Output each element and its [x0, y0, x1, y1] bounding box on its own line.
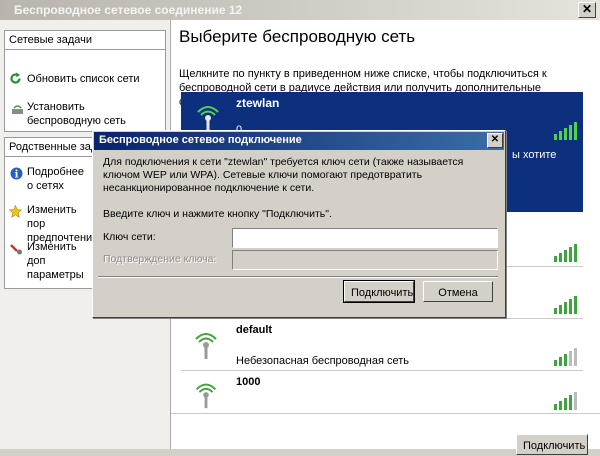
network-tasks-header: Сетевые задачи: [9, 34, 92, 46]
signal-strength-icon: [554, 346, 577, 366]
change-advanced-settings-link[interactable]: Изменить доп параметры: [27, 240, 93, 282]
close-icon: ✕: [581, 2, 593, 16]
star-icon: [9, 205, 22, 218]
wireless-network-icon: [195, 383, 217, 409]
learn-about-networks-link[interactable]: Подробнее о сетях: [27, 165, 89, 193]
confirm-key-label: Подтверждение ключа:: [103, 253, 217, 265]
refresh-icon: [10, 72, 21, 84]
dialog-message: Для подключения к сети "ztewlan" требует…: [103, 156, 464, 194]
dialog-titlebar: Беспроводное сетевое подключение ✕: [94, 132, 504, 150]
page-title: Выберите беспроводную сеть: [179, 27, 416, 46]
confirm-key-input: [232, 250, 498, 270]
change-preferred-order-link[interactable]: Изменить пор предпочтени: [27, 203, 93, 245]
svg-text:i: i: [15, 170, 19, 181]
close-icon: ✕: [490, 134, 500, 145]
network-key-input[interactable]: [232, 228, 498, 248]
divider: [171, 413, 600, 414]
signal-strength-icon: [554, 242, 577, 262]
network-name: default: [236, 324, 273, 336]
network-item-default[interactable]: default Небезопасная беспроводная сеть: [181, 320, 583, 371]
settings-icon: [10, 244, 22, 255]
network-tasks-panel: Сетевые задачи Обновить список сети Уста…: [4, 30, 166, 132]
setup-wireless-network-link[interactable]: Установить беспроводную сеть: [27, 100, 161, 128]
cancel-button[interactable]: Отмена: [423, 281, 493, 302]
related-tasks-header: Родственные зад: [9, 141, 98, 153]
connect-button[interactable]: Подключить: [516, 434, 588, 455]
network-name: 1000: [236, 376, 261, 388]
network-detail-fragment: ы хотите: [512, 149, 557, 161]
wireless-setup-icon: [12, 105, 23, 114]
connect-button[interactable]: Подключить: [343, 280, 415, 303]
network-key-dialog: Беспроводное сетевое подключение ✕ Для п…: [92, 130, 506, 318]
dialog-title: Беспроводное сетевое подключение: [99, 134, 302, 146]
network-status: Небезопасная беспроводная сеть: [236, 355, 410, 367]
dialog-prompt: Введите ключ и нажмите кнопку "Подключит…: [103, 208, 332, 220]
network-name: ztewlan: [236, 96, 280, 110]
dialog-close-button[interactable]: ✕: [487, 133, 503, 148]
info-icon: i: [10, 167, 23, 180]
refresh-network-list-link[interactable]: Обновить список сети: [27, 72, 140, 86]
signal-strength-icon: [554, 294, 577, 314]
window-title: Беспроводное сетевое соединение 12: [14, 3, 243, 17]
wireless-network-icon: [195, 333, 217, 359]
divider: [98, 276, 498, 278]
network-item-1000[interactable]: 1000: [181, 372, 583, 410]
signal-strength-icon: [554, 120, 577, 140]
divider: [5, 49, 165, 50]
network-key-label: Ключ сети:: [103, 231, 156, 243]
wireless-network-icon: [197, 106, 219, 132]
signal-strength-icon: [554, 390, 577, 410]
window-titlebar: Беспроводное сетевое соединение 12 ✕: [0, 0, 600, 20]
window-close-button[interactable]: ✕: [578, 2, 596, 18]
